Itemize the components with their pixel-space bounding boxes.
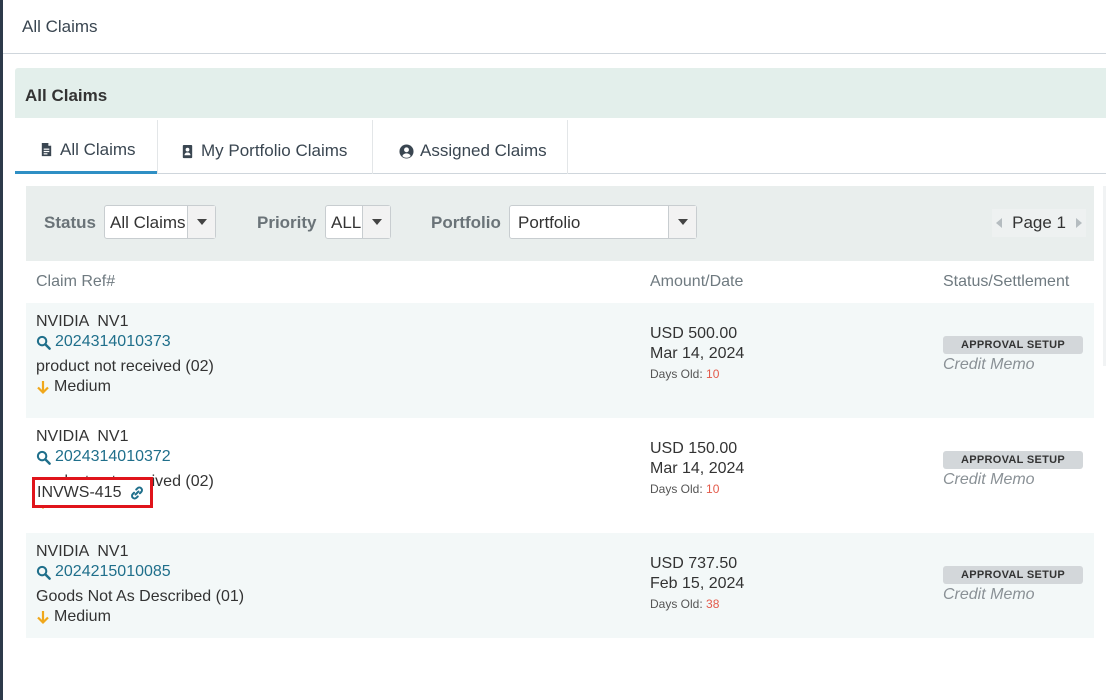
days-old: Days Old: 38: [650, 597, 719, 611]
claim-reason: product not received (02): [36, 358, 214, 375]
left-rail: [0, 0, 3, 700]
tab-assigned-claims[interactable]: Assigned Claims: [373, 120, 567, 174]
portfolio-filter-label: Portfolio: [431, 213, 501, 232]
page-indicator: Page 1: [1012, 213, 1066, 232]
claim-ref-number: 2024314010372: [55, 448, 171, 465]
search-icon: [36, 565, 51, 580]
prev-page-icon[interactable]: [992, 218, 1006, 228]
status-filter-label: Status: [44, 213, 96, 232]
claim-ref-number: 2024215010085: [55, 563, 171, 580]
panel-header: All Claims: [15, 68, 1106, 118]
claims-tabs: All Claims My Portfolio Claims Assigned …: [15, 120, 1106, 174]
claim-amount: USD 500.00: [650, 325, 738, 342]
settlement-type: Credit Memo: [943, 356, 1035, 373]
chevron-down-icon[interactable]: [187, 206, 215, 238]
search-icon: [36, 450, 51, 465]
chevron-down-icon[interactable]: [668, 206, 696, 238]
days-old-value: 10: [706, 367, 720, 381]
table-header: Claim Ref# Amount/Date Status/Settlement: [26, 261, 1094, 303]
priority-select[interactable]: ALL: [325, 205, 391, 239]
linked-ticket[interactable]: INVWS-415: [32, 477, 153, 508]
claim-date: Mar 14, 2024: [650, 345, 745, 362]
company-name: NVIDIA NV1: [36, 428, 129, 445]
days-old-value: 10: [706, 482, 720, 496]
company-name: NVIDIA NV1: [36, 543, 129, 560]
tab-label: My Portfolio Claims: [201, 141, 348, 160]
settlement-type: Credit Memo: [943, 471, 1035, 488]
arrow-down-icon: [37, 380, 49, 394]
days-old: Days Old: 10: [650, 367, 719, 381]
claim-amount: USD 737.50: [650, 555, 738, 572]
status-select[interactable]: All Claims: [104, 205, 216, 239]
tab-all-claims[interactable]: All Claims: [15, 120, 157, 174]
priority-label: Medium: [54, 608, 111, 625]
chevron-down-icon[interactable]: [362, 206, 390, 238]
company-name: NVIDIA NV1: [36, 313, 129, 330]
priority-select-value: ALL: [331, 213, 362, 232]
column-amount-date: Amount/Date: [650, 273, 744, 290]
settlement-type: Credit Memo: [943, 586, 1035, 603]
days-old-label: Days Old:: [650, 367, 703, 381]
document-icon: [41, 142, 52, 157]
claim-amount: USD 150.00: [650, 440, 738, 457]
table-row[interactable]: NVIDIA NV1 2024314010372 product not rec…: [26, 418, 1094, 533]
portfolio-select-value: Portfolio: [518, 213, 581, 232]
user-circle-icon: [399, 143, 414, 159]
claim-ref-link[interactable]: 2024314010372: [36, 448, 171, 466]
table-row[interactable]: NVIDIA NV1 2024215010085 Goods Not As De…: [26, 533, 1094, 638]
status-badge: APPROVAL SETUP: [943, 336, 1083, 354]
column-claim-ref: Claim Ref#: [36, 273, 116, 290]
priority-filter-label: Priority: [257, 213, 317, 232]
pagination: Page 1: [992, 209, 1086, 237]
days-old: Days Old: 10: [650, 482, 719, 496]
tab-divider: [567, 120, 568, 174]
days-old-value: 38: [706, 597, 720, 611]
claim-ref-link[interactable]: 2024215010085: [36, 563, 171, 581]
panel-title: All Claims: [25, 86, 108, 105]
breadcrumb[interactable]: All Claims: [22, 17, 98, 37]
next-page-icon[interactable]: [1072, 218, 1086, 228]
status-select-value: All Claims: [110, 213, 186, 232]
arrow-down-icon: [37, 610, 49, 624]
days-old-label: Days Old:: [650, 597, 703, 611]
link-icon[interactable]: [129, 485, 145, 501]
tab-my-portfolio-claims[interactable]: My Portfolio Claims: [158, 120, 372, 174]
tab-label: Assigned Claims: [420, 141, 547, 160]
filter-bar: Status All Claims Priority ALL Portfolio…: [26, 186, 1094, 261]
top-bar: All Claims: [3, 0, 1106, 54]
priority: Medium: [36, 378, 111, 396]
tab-label: All Claims: [60, 139, 136, 159]
table-row[interactable]: NVIDIA NV1 2024314010373 product not rec…: [26, 303, 1094, 418]
status-badge: APPROVAL SETUP: [943, 566, 1083, 584]
portfolio-select[interactable]: Portfolio: [509, 205, 697, 239]
claim-ref-number: 2024314010373: [55, 333, 171, 350]
claim-date: Mar 14, 2024: [650, 460, 745, 477]
priority-label: Medium: [54, 378, 111, 395]
priority: Medium: [36, 608, 111, 626]
status-badge: APPROVAL SETUP: [943, 451, 1083, 469]
days-old-label: Days Old:: [650, 482, 703, 496]
linked-ticket-label: INVWS-415: [37, 483, 122, 501]
claim-ref-link[interactable]: 2024314010373: [36, 333, 171, 351]
column-status-settlement: Status/Settlement: [943, 273, 1070, 290]
portfolio-icon: [182, 144, 193, 158]
search-icon: [36, 335, 51, 350]
claim-date: Feb 15, 2024: [650, 575, 745, 592]
claim-reason: Goods Not As Described (01): [36, 588, 245, 605]
